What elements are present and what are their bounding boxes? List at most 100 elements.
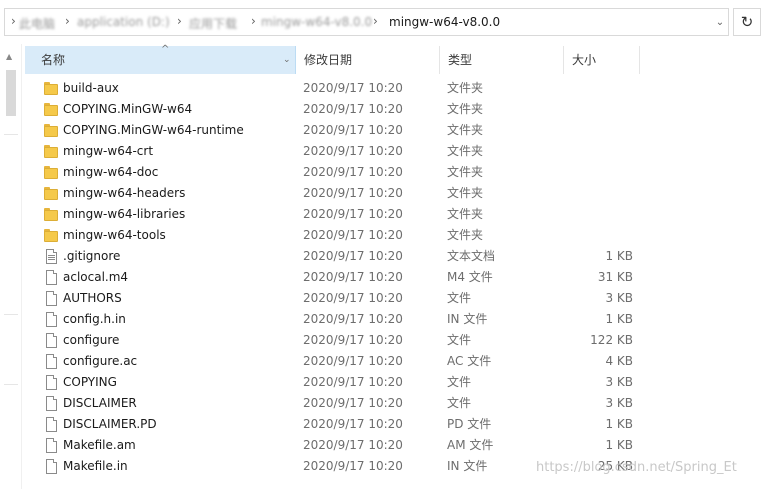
scroll-up-arrow-icon[interactable]: ▲ [6, 52, 12, 61]
file-type: AM 文件 [447, 438, 494, 452]
file-size [571, 183, 633, 204]
address-history-dropdown-icon[interactable]: ⌄ [711, 15, 729, 31]
column-filter-dropdown-icon[interactable]: ⌄ [283, 46, 291, 74]
file-type: 文件 [447, 396, 472, 410]
breadcrumb-separator-icon[interactable]: › [251, 14, 256, 28]
breadcrumb-separator-icon[interactable]: › [65, 14, 70, 28]
file-size: 3 KB [605, 291, 633, 305]
file-type: 文件夹 [447, 144, 484, 158]
breadcrumb-separator-icon[interactable]: › [373, 14, 378, 28]
file-name: Makefile.in [63, 459, 128, 473]
breadcrumb-drive[interactable]: application (D:) [77, 15, 170, 29]
folder-icon [43, 144, 59, 159]
sort-ascending-icon: ^ [161, 44, 170, 55]
folder-icon [43, 228, 59, 243]
file-size [571, 78, 633, 99]
file-type: 文件夹 [447, 228, 484, 242]
file-name: COPYING.MinGW-w64-runtime [63, 123, 244, 137]
file-size [571, 141, 633, 162]
file-list-row[interactable]: DISCLAIMER.PD 2020/9/17 10:20 PD 文件 1 KB [25, 414, 764, 435]
file-type: 文件夹 [447, 186, 484, 200]
file-name: configure [63, 333, 120, 347]
file-icon [43, 354, 59, 369]
file-date-modified: 2020/9/17 10:20 [303, 270, 403, 284]
column-header: ^ 名称 ⌄ 修改日期 类型 大小 [25, 44, 764, 74]
column-header-type-label: 类型 [448, 53, 473, 67]
file-date-modified: 2020/9/17 10:20 [303, 291, 403, 305]
file-list-row[interactable]: Makefile.am 2020/9/17 10:20 AM 文件 1 KB [25, 435, 764, 456]
file-date-modified: 2020/9/17 10:20 [303, 186, 403, 200]
file-date-modified: 2020/9/17 10:20 [303, 459, 403, 473]
file-date-modified: 2020/9/17 10:20 [303, 438, 403, 452]
file-list-row[interactable]: mingw-w64-doc 2020/9/17 10:20 文件夹 [25, 162, 764, 183]
file-list-row[interactable]: configure 2020/9/17 10:20 文件 122 KB [25, 330, 764, 351]
file-list-row[interactable]: mingw-w64-headers 2020/9/17 10:20 文件夹 [25, 183, 764, 204]
file-date-modified: 2020/9/17 10:20 [303, 102, 403, 116]
file-type: IN 文件 [447, 459, 488, 473]
address-bar-row: › 此电脑 › application (D:) › 应用下载 › mingw-… [0, 0, 764, 44]
file-list-row[interactable]: mingw-w64-libraries 2020/9/17 10:20 文件夹 [25, 204, 764, 225]
column-header-size[interactable]: 大小 [564, 46, 640, 74]
file-name: mingw-w64-crt [63, 144, 154, 158]
file-name: mingw-w64-headers [63, 186, 186, 200]
column-header-date[interactable]: 修改日期 [296, 46, 440, 74]
file-list-row[interactable]: mingw-w64-crt 2020/9/17 10:20 文件夹 [25, 141, 764, 162]
file-list-row[interactable]: COPYING.MinGW-w64 2020/9/17 10:20 文件夹 [25, 99, 764, 120]
watermark: https://blog.csdn.net/Spring_Et [536, 460, 737, 475]
breadcrumb-downloads[interactable]: 应用下载 [189, 15, 237, 32]
address-bar[interactable]: › 此电脑 › application (D:) › 应用下载 › mingw-… [4, 8, 729, 36]
file-list-row[interactable]: mingw-w64-tools 2020/9/17 10:20 文件夹 [25, 225, 764, 246]
file-date-modified: 2020/9/17 10:20 [303, 207, 403, 221]
file-list-row[interactable]: build-aux 2020/9/17 10:20 文件夹 [25, 78, 764, 99]
file-size [571, 99, 633, 120]
file-name: DISCLAIMER.PD [63, 417, 157, 431]
file-name: COPYING.MinGW-w64 [63, 102, 193, 116]
breadcrumb-current-folder[interactable]: mingw-w64-v8.0.0 [389, 15, 500, 29]
file-list-row[interactable]: COPYING.MinGW-w64-runtime 2020/9/17 10:20… [25, 120, 764, 141]
file-name: COPYING [63, 375, 117, 389]
file-date-modified: 2020/9/17 10:20 [303, 81, 403, 95]
file-name: Makefile.am [63, 438, 136, 452]
file-name: .gitignore [63, 249, 121, 263]
file-size: 1 KB [605, 249, 633, 263]
text-document-icon [43, 249, 59, 264]
refresh-button[interactable]: ↻ [733, 8, 761, 36]
file-type: 文件夹 [447, 165, 484, 179]
breadcrumb-this-pc[interactable]: 此电脑 [19, 15, 55, 32]
nav-arrow-icon[interactable]: › [11, 14, 16, 28]
file-size [571, 162, 633, 183]
file-type: 文件 [447, 333, 472, 347]
file-icon [43, 438, 59, 453]
file-type: M4 文件 [447, 270, 493, 284]
file-list-row[interactable]: aclocal.m4 2020/9/17 10:20 M4 文件 31 KB [25, 267, 764, 288]
file-date-modified: 2020/9/17 10:20 [303, 417, 403, 431]
file-icon [43, 291, 59, 306]
file-size: 31 KB [597, 270, 633, 284]
file-list-row[interactable]: configure.ac 2020/9/17 10:20 AC 文件 4 KB [25, 351, 764, 372]
file-list-row[interactable]: config.h.in 2020/9/17 10:20 IN 文件 1 KB [25, 309, 764, 330]
file-list-row[interactable]: DISCLAIMER 2020/9/17 10:20 文件 3 KB [25, 393, 764, 414]
navigation-pane-scrollbar[interactable]: ▲ [0, 44, 22, 489]
file-list-row[interactable]: .gitignore 2020/9/17 10:20 文本文档 1 KB [25, 246, 764, 267]
file-size: 3 KB [605, 375, 633, 389]
file-list-row[interactable]: AUTHORS 2020/9/17 10:20 文件 3 KB [25, 288, 764, 309]
file-name: DISCLAIMER [63, 396, 137, 410]
scrollbar-thumb[interactable] [6, 70, 16, 116]
refresh-icon: ↻ [740, 13, 754, 31]
file-list-row[interactable]: COPYING 2020/9/17 10:20 文件 3 KB [25, 372, 764, 393]
file-date-modified: 2020/9/17 10:20 [303, 354, 403, 368]
file-date-modified: 2020/9/17 10:20 [303, 228, 403, 242]
file-name: mingw-w64-tools [63, 228, 166, 242]
breadcrumb-parent-folder[interactable]: mingw-w64-v8.0.0 [261, 15, 372, 29]
column-header-name[interactable]: ^ 名称 ⌄ [25, 44, 296, 74]
folder-icon [43, 123, 59, 138]
column-header-type[interactable]: 类型 [440, 46, 564, 74]
file-name: aclocal.m4 [63, 270, 129, 284]
file-name: mingw-w64-libraries [63, 207, 186, 221]
file-type: 文件 [447, 291, 472, 305]
file-type: 文件夹 [447, 207, 484, 221]
breadcrumb-separator-icon[interactable]: › [177, 14, 182, 28]
nav-divider [4, 314, 18, 315]
file-date-modified: 2020/9/17 10:20 [303, 123, 403, 137]
file-name: mingw-w64-doc [63, 165, 159, 179]
